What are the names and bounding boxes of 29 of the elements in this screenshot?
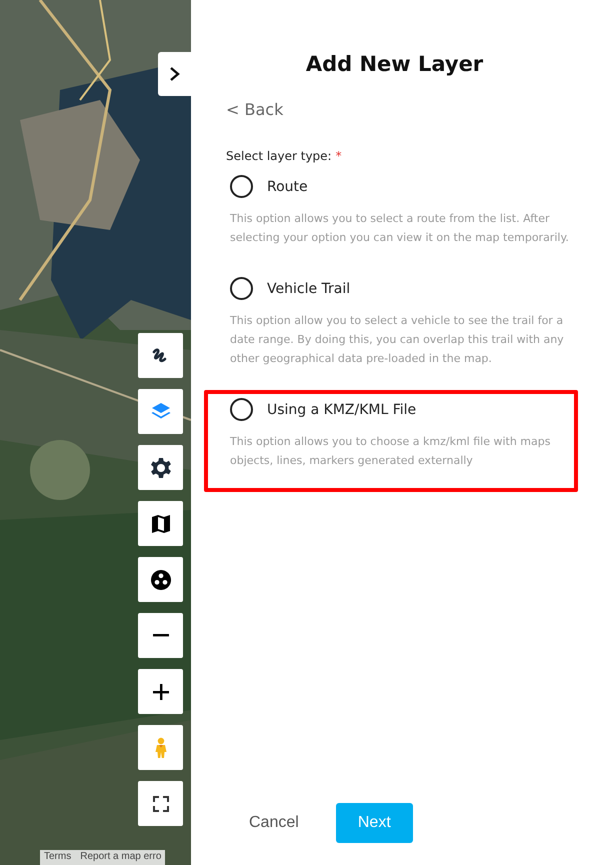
fullscreen-button[interactable] — [138, 781, 183, 826]
map-type-button[interactable] — [138, 501, 183, 546]
zoom-out-button[interactable] — [138, 613, 183, 658]
trail-button[interactable] — [138, 333, 183, 378]
required-mark: * — [336, 149, 342, 163]
panel-title: Add New Layer — [304, 52, 484, 76]
zoom-in-button[interactable] — [138, 669, 183, 714]
back-link[interactable]: < Back — [226, 100, 284, 119]
option-description: This option allows you to choose a kmz/kml file with maps objects, lines, markers generated externally — [230, 434, 552, 469]
layers-button[interactable] — [138, 389, 183, 434]
expand-button[interactable] — [158, 52, 191, 96]
attribution-link[interactable]: Terms — [40, 850, 76, 865]
attribution-link[interactable]: Report a map erro — [76, 850, 166, 865]
radio-button[interactable] — [230, 175, 253, 198]
option-label: Route — [267, 178, 308, 194]
circles-icon — [148, 568, 172, 592]
settings-button[interactable] — [138, 445, 183, 490]
settings-icon — [148, 456, 172, 480]
cluster-button[interactable] — [138, 557, 183, 602]
field-label: Select layer type: — [226, 149, 332, 163]
option-description: This option allow you to select a vehicle to see the trail for a date range. By doing this, you can overlap this trail with any other geographical data pre-loaded in the map. — [230, 313, 565, 367]
radio-button[interactable] — [230, 398, 253, 421]
option-label: Vehicle Trail — [267, 280, 350, 296]
option-label: Using a KMZ/KML File — [267, 402, 416, 418]
cancel-button[interactable]: Cancel — [236, 803, 312, 843]
chevron-right-icon — [168, 66, 180, 82]
radio-button[interactable] — [230, 277, 253, 300]
option-description: This option allows you to select a route from the list. After selecting your option you can view it on the map temporarily. — [230, 211, 570, 246]
minus-icon — [152, 634, 168, 637]
